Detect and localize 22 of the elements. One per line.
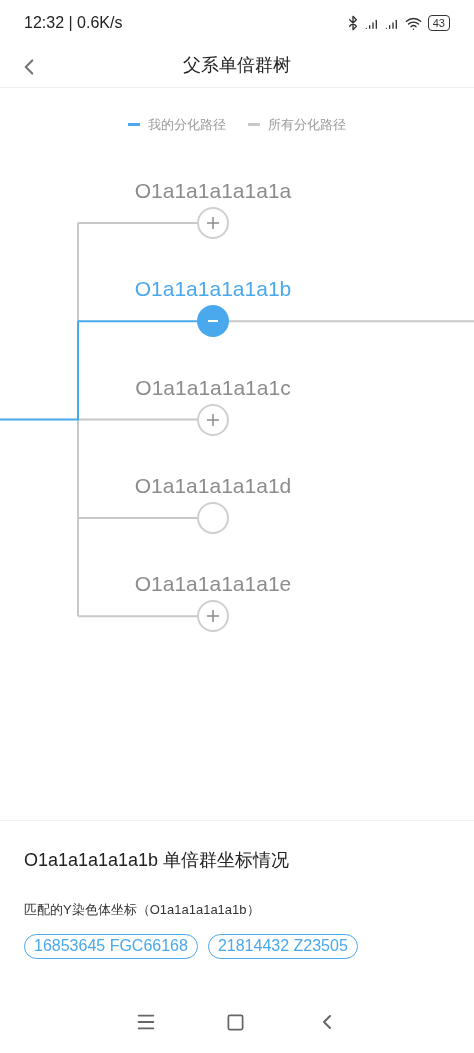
leaf-node[interactable]: [197, 501, 229, 534]
expand-node-button[interactable]: [197, 207, 229, 239]
expand-node-button[interactable]: [197, 600, 229, 633]
node-label[interactable]: O1a1a1a1a1a1d: [134, 470, 292, 502]
details-subtitle: 匹配的Y染色体坐标（O1a1a1a1a1a1b）: [24, 901, 261, 919]
page-title: 父系单倍群树: [183, 54, 291, 77]
node-label[interactable]: O1a1a1a1a1a1c: [135, 371, 291, 404]
collapse-node-button[interactable]: [197, 305, 229, 338]
expand-node-button[interactable]: [197, 403, 229, 436]
node-label[interactable]: O1a1a1a1a1a1a: [134, 175, 292, 207]
node-label[interactable]: O1a1a1a1a1a1b: [134, 273, 292, 306]
plus-icon: [207, 610, 219, 623]
plus-icon: [207, 217, 219, 229]
legend-label: 我的分化路径: [148, 115, 226, 134]
minus-icon: [208, 319, 218, 323]
details-title: O1a1a1a1a1a1b 单倍群坐标情况: [24, 849, 291, 872]
status-time: 12:32 | 0.6K/s: [24, 13, 123, 33]
plus-icon: [207, 413, 219, 426]
node-label[interactable]: O1a1a1a1a1a1e: [134, 568, 292, 600]
home-icon[interactable]: [226, 1012, 246, 1032]
battery-indicator: 43: [427, 15, 450, 31]
legend-label: 所有分化路径: [268, 115, 346, 134]
